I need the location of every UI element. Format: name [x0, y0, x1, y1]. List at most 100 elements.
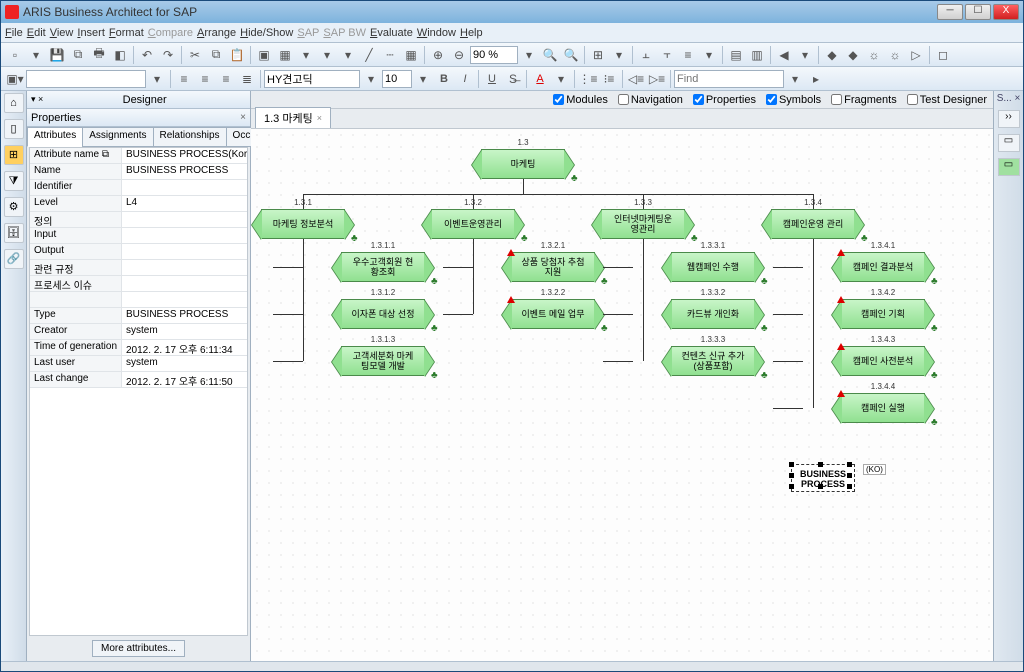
property-row[interactable]: Input [30, 228, 247, 244]
cut-icon[interactable]: ✂ [185, 45, 205, 65]
bold-icon[interactable]: ▣ [254, 45, 274, 65]
line-icon[interactable]: ╱ [359, 45, 379, 65]
property-row[interactable]: Attribute name ⧉BUSINESS PROCESS(Korean) [30, 148, 247, 164]
grid-icon[interactable]: ⊞ [588, 45, 608, 65]
menu-sap bw[interactable]: SAP BW [323, 27, 366, 39]
bold-button[interactable]: B [434, 69, 454, 89]
dd2-icon[interactable]: ▾ [317, 45, 337, 65]
property-row[interactable]: Output [30, 244, 247, 260]
zf1-icon[interactable]: ▾ [519, 45, 539, 65]
fontsize-input[interactable] [382, 70, 412, 88]
menu-compare[interactable]: Compare [148, 27, 193, 39]
dash-icon[interactable]: ┄ [380, 45, 400, 65]
small-icon[interactable]: ◧ [110, 45, 130, 65]
align1-icon[interactable]: ⫠ [636, 45, 656, 65]
property-row[interactable] [30, 292, 247, 308]
process-node[interactable]: 1.3.1.1우수고객회원 현황조회♣ [341, 252, 425, 282]
toggle-fragments[interactable]: Fragments [831, 94, 897, 106]
indr-icon[interactable]: ▷≡ [647, 69, 667, 89]
align3-icon[interactable]: ≡ [678, 45, 698, 65]
undo-icon[interactable]: ↶ [137, 45, 157, 65]
chain-icon[interactable]: 🔗 [4, 249, 24, 269]
process-node[interactable]: 1.3.2.1상품 당첨자 추첨 지원♣ [511, 252, 595, 282]
fontcolor-icon[interactable]: ▣▾ [5, 69, 25, 89]
process-node[interactable]: 1.3.4.2캠페인 기획♣ [841, 299, 925, 329]
page-icon[interactable]: ▯ [4, 119, 24, 139]
tal-icon[interactable]: ≡ [174, 69, 194, 89]
process-node[interactable]: 1.3.1.3고객세분화 마케팅모델 개발♣ [341, 346, 425, 376]
grid-tool-icon[interactable]: ⊞ [4, 145, 24, 165]
ol-icon[interactable]: ⁝≡ [599, 69, 619, 89]
tab-attributes[interactable]: Attributes [27, 127, 83, 147]
property-row[interactable]: 관련 규정 [30, 260, 247, 276]
taj-icon[interactable]: ≣ [237, 69, 257, 89]
process-node[interactable]: 1.3.3.3컨텐츠 신규 추가(상품포함)♣ [671, 346, 755, 376]
property-row[interactable]: LevelL4 [30, 196, 247, 212]
more-attributes-button[interactable]: More attributes... [92, 640, 185, 657]
ddp-icon[interactable]: ▾ [795, 45, 815, 65]
menu-arrange[interactable]: Arrange [197, 27, 236, 39]
menu-hide/show[interactable]: Hide/Show [240, 27, 293, 39]
folder-icon[interactable]: ▾ [26, 45, 46, 65]
sel-icon[interactable]: ▾ [609, 45, 629, 65]
under-button[interactable]: U [482, 69, 502, 89]
property-row[interactable]: NameBUSINESS PROCESS [30, 164, 247, 180]
process-node[interactable]: 1.3.3.1웹캠페인 수행♣ [671, 252, 755, 282]
process-node[interactable]: 1.3.1마케팅 정보분석♣ [261, 209, 345, 239]
sym1-icon[interactable]: ▭ [998, 134, 1020, 152]
process-node[interactable]: 1.3.2이벤트운영관리♣ [431, 209, 515, 239]
gears-icon[interactable]: ⚙ [4, 197, 24, 217]
ul-icon[interactable]: ⋮≡ [578, 69, 598, 89]
dd3-icon[interactable]: ▾ [338, 45, 358, 65]
menu-insert[interactable]: Insert [77, 27, 105, 39]
panel-close-icon[interactable]: × [240, 112, 246, 123]
process-node[interactable]: 1.3.4.1캠페인 결과분석♣ [841, 252, 925, 282]
diagram-canvas[interactable]: 1.3마케팅♣ 1.3.1마케팅 정보분석♣ 1.3.2이벤트운영관리♣ 1.3.3인… [251, 129, 993, 661]
sym2-icon[interactable]: ▭ [998, 158, 1020, 176]
prev-icon[interactable]: ◀ [774, 45, 794, 65]
property-row[interactable]: Last change2012. 2. 17 오후 6:11:50 [30, 372, 247, 388]
selected-node[interactable]: BUSINESS PROCESS [791, 464, 855, 492]
fcd-icon[interactable]: ▾ [551, 69, 571, 89]
find-input[interactable] [674, 70, 784, 88]
property-row[interactable]: Last usersystem [30, 356, 247, 372]
fsd-icon[interactable]: ▾ [413, 69, 433, 89]
process-node[interactable]: 1.3.3.2카드뷰 개인화♣ [671, 299, 755, 329]
m2-icon[interactable]: ◆ [843, 45, 863, 65]
menu-help[interactable]: Help [460, 27, 483, 39]
process-node[interactable]: 1.3마케팅♣ [481, 149, 565, 179]
process-node[interactable]: 1.3.3인터넷마케팅운영관리♣ [601, 209, 685, 239]
menu-sap[interactable]: SAP [297, 27, 319, 39]
zout-icon[interactable]: ⊖ [449, 45, 469, 65]
dd1-icon[interactable]: ▾ [296, 45, 316, 65]
tar-icon[interactable]: ≡ [216, 69, 236, 89]
file-tab-close-icon[interactable]: × [317, 113, 322, 123]
toggle-test designer[interactable]: Test Designer [907, 94, 987, 106]
symbols-panel-header[interactable]: S... × [997, 93, 1021, 104]
zoom-input[interactable] [470, 46, 518, 64]
strike-button[interactable]: S̶ [503, 69, 523, 89]
new-icon[interactable]: ▫ [5, 45, 25, 65]
redo-icon[interactable]: ↷ [158, 45, 178, 65]
toggle-properties[interactable]: Properties [693, 94, 756, 106]
find-go-icon[interactable]: ▸ [806, 69, 826, 89]
m3-icon[interactable]: ☼ [864, 45, 884, 65]
process-node[interactable]: 1.3.4캠페인운영 관리♣ [771, 209, 855, 239]
menu-evaluate[interactable]: Evaluate [370, 27, 413, 39]
property-row[interactable]: TypeBUSINESS PROCESS [30, 308, 247, 324]
zin-icon[interactable]: ⊕ [428, 45, 448, 65]
style-select[interactable] [26, 70, 146, 88]
puzzle-icon[interactable]: ⧩ [4, 171, 24, 191]
tac-icon[interactable]: ≡ [195, 69, 215, 89]
font-select[interactable] [264, 70, 360, 88]
save-icon[interactable]: 💾 [47, 45, 67, 65]
property-row[interactable]: Creatorsystem [30, 324, 247, 340]
process-node[interactable]: 1.3.2.2이벤트 메일 업무♣ [511, 299, 595, 329]
process-node[interactable]: 1.3.4.3캠페인 사전분석♣ [841, 346, 925, 376]
m1-icon[interactable]: ◆ [822, 45, 842, 65]
group-icon[interactable]: ▦ [275, 45, 295, 65]
toggle-modules[interactable]: Modules [553, 94, 608, 106]
italic-button[interactable]: I [455, 69, 475, 89]
minimize-button[interactable]: ─ [937, 4, 963, 20]
zfit2-icon[interactable]: 🔍 [561, 45, 581, 65]
